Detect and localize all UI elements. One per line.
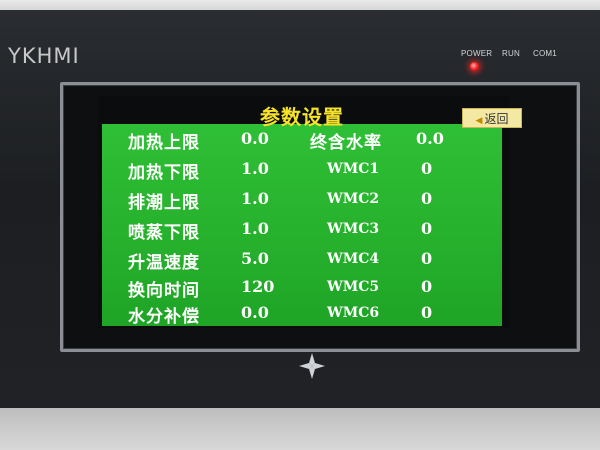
wmc-value[interactable]: 0 xyxy=(421,159,432,178)
wmc-value[interactable]: 0 xyxy=(421,277,432,296)
param-value[interactable]: 1.0 xyxy=(241,219,269,238)
wmc-label: WMC1 xyxy=(327,161,380,177)
param-label: 升温速度 xyxy=(128,253,200,273)
wmc-label: WMC3 xyxy=(327,221,380,237)
param-value[interactable]: 1.0 xyxy=(241,159,269,178)
wmc-label: WMC5 xyxy=(327,279,380,295)
wmc-value[interactable]: 0 xyxy=(421,249,432,268)
wmc-value[interactable]: 0 xyxy=(421,219,432,238)
param-label: 终含水率 xyxy=(310,133,382,153)
param-value[interactable]: 1.0 xyxy=(241,189,269,208)
wmc-value[interactable]: 0 xyxy=(421,303,432,322)
back-arrow-icon: ◀ xyxy=(475,116,483,126)
param-label: 换向时间 xyxy=(128,281,200,301)
back-button-label: 返回 xyxy=(484,112,509,126)
wmc-label: WMC2 xyxy=(327,191,380,207)
run-indicator-label: RUN xyxy=(502,49,520,58)
wmc-label: WMC6 xyxy=(327,305,380,321)
back-button[interactable]: ◀ 返回 xyxy=(462,108,522,128)
com1-indicator-label: COM1 xyxy=(533,49,557,58)
mount-surface xyxy=(0,408,600,450)
param-value[interactable]: 0.0 xyxy=(416,129,444,148)
wmc-label: WMC4 xyxy=(327,251,380,267)
navigation-pad-icon[interactable] xyxy=(297,351,327,381)
param-value[interactable]: 120 xyxy=(241,277,274,296)
param-label: 加热上限 xyxy=(128,133,200,153)
brand-logo: YKHMI xyxy=(8,44,80,68)
power-indicator-label: POWER xyxy=(461,49,493,58)
param-label: 水分补偿 xyxy=(128,307,200,327)
param-value[interactable]: 0.0 xyxy=(241,129,269,148)
param-value[interactable]: 5.0 xyxy=(241,249,269,268)
page-title: 参数设置 xyxy=(260,105,344,129)
power-led-icon xyxy=(470,62,479,71)
param-value[interactable]: 0.0 xyxy=(241,303,269,322)
wmc-value[interactable]: 0 xyxy=(421,189,432,208)
param-label: 喷蒸下限 xyxy=(128,223,200,243)
param-label: 排潮上限 xyxy=(128,193,200,213)
param-label: 加热下限 xyxy=(128,163,200,183)
